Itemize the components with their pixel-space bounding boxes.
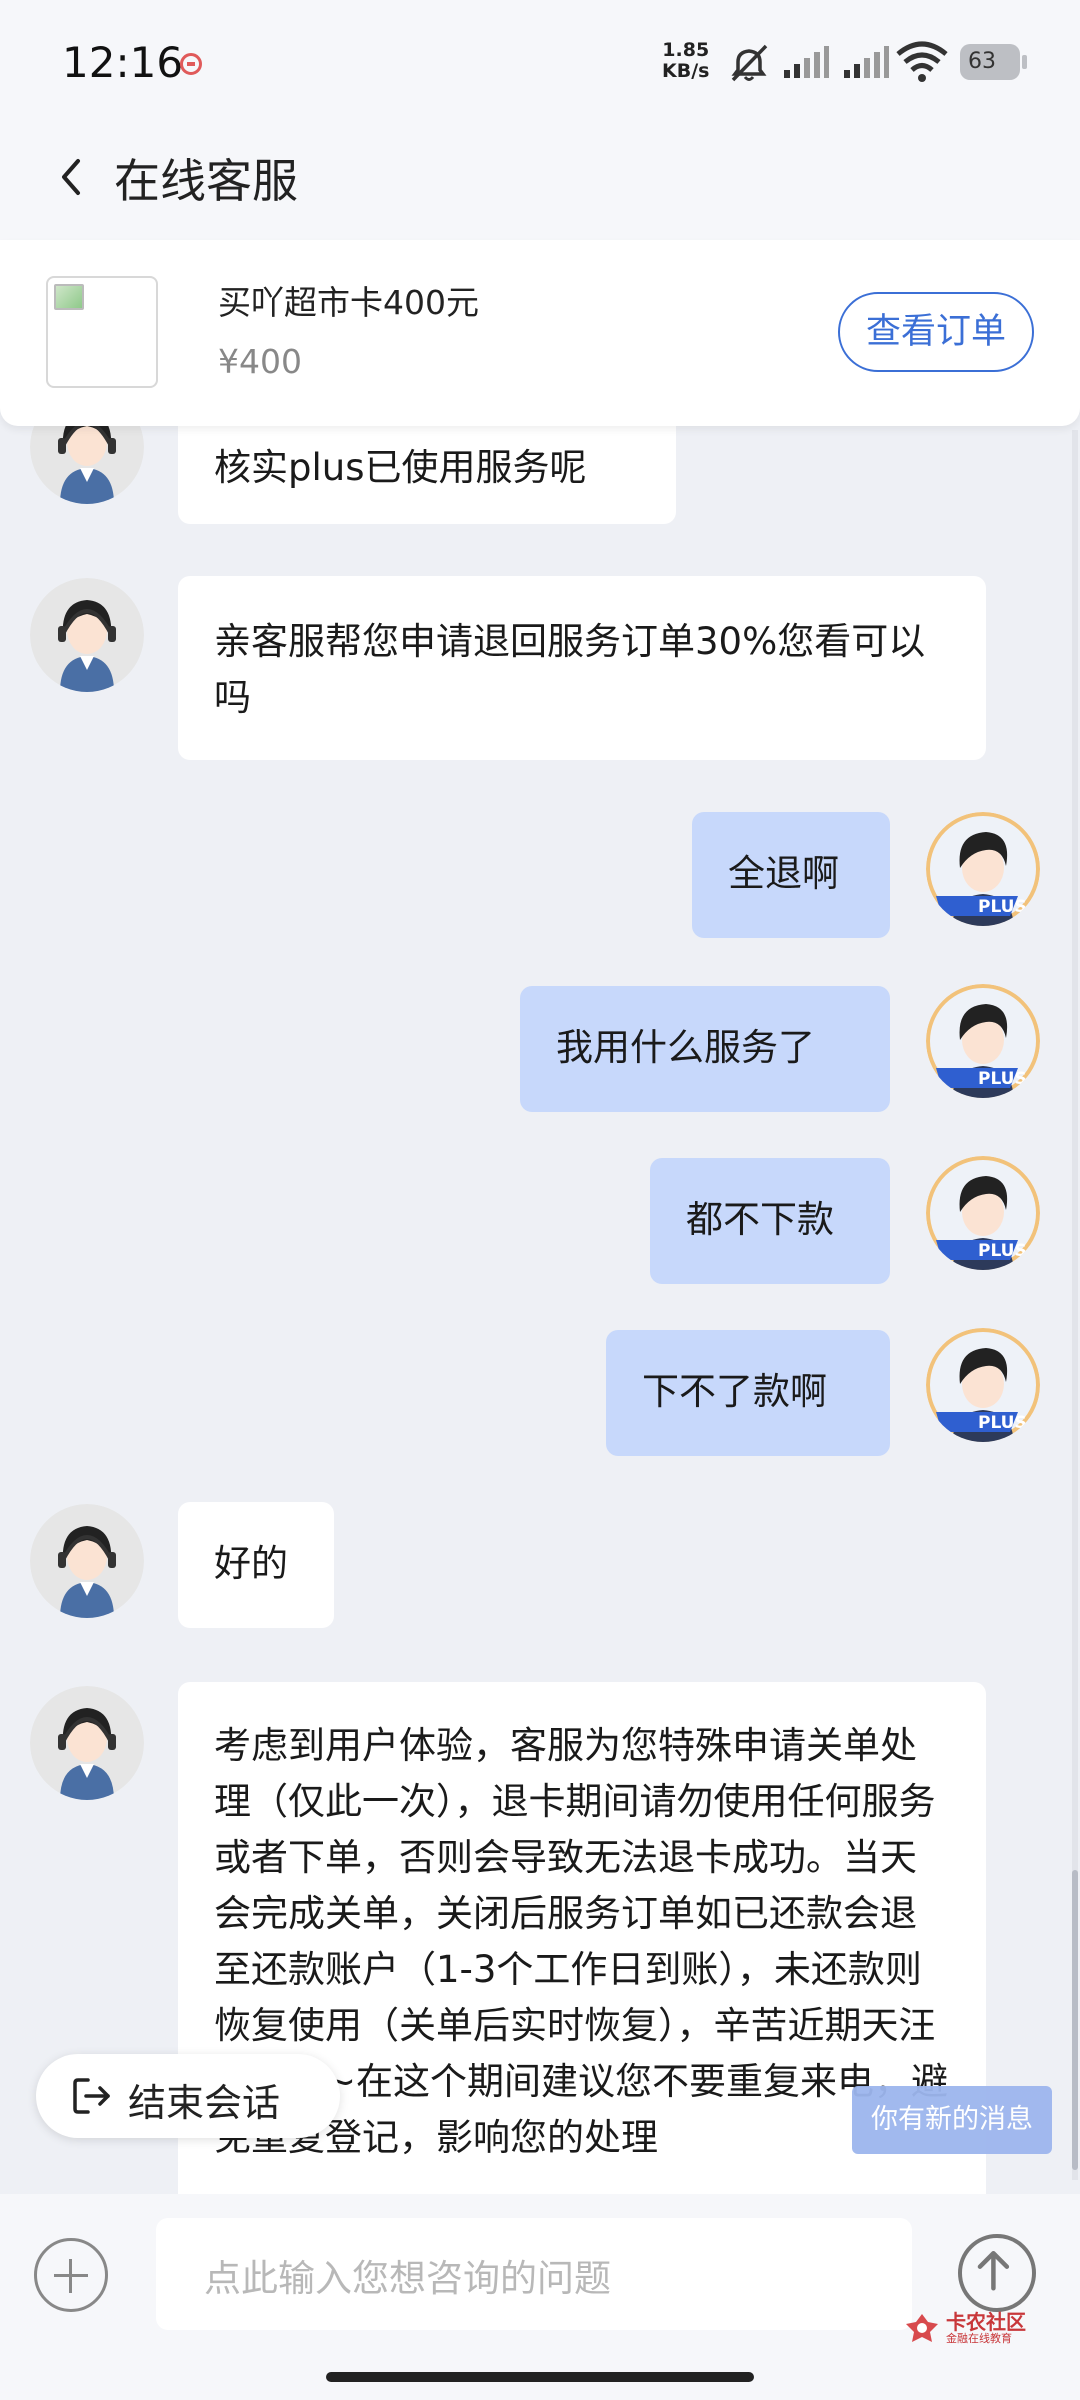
- status-bar: 12:16 1.85 KB/s 63: [0, 0, 1080, 125]
- product-image: [46, 276, 158, 388]
- message-bubble: 我用什么服务了: [520, 986, 890, 1112]
- back-icon[interactable]: [48, 145, 98, 205]
- send-button[interactable]: [958, 2234, 1036, 2312]
- signal-2-icon: [844, 46, 889, 78]
- product-name: 买吖超市卡400元: [218, 283, 479, 322]
- app-header: 在线客服: [0, 125, 1080, 240]
- logout-icon: [73, 2078, 110, 2114]
- record-indicator-icon: [180, 53, 202, 75]
- plus-badge: PLUS: [978, 1241, 1027, 1261]
- watermark: 卡农社区 金融在线教育: [902, 2306, 1032, 2350]
- network-speed-unit: KB/s: [662, 60, 710, 82]
- kanong-logo-icon: [906, 2314, 938, 2342]
- add-attachment-button[interactable]: [34, 2238, 108, 2312]
- network-speed-value: 1.85: [662, 39, 710, 61]
- product-price: ¥400: [218, 342, 302, 381]
- chat-scrollbar[interactable]: [1072, 430, 1078, 2180]
- home-indicator[interactable]: [326, 2372, 754, 2382]
- message-bubble: 全退啊: [692, 812, 890, 938]
- user-avatar: PLUS: [926, 1156, 1040, 1270]
- message-bubble: 亲客服帮您申请退回服务订单30%您看可以吗: [178, 576, 986, 760]
- network-speed: 1.85 KB/s: [662, 40, 709, 82]
- clock: 12:16: [62, 38, 184, 87]
- input-bar: 点此输入您想咨询的问题 卡农社区 金融在线教育: [0, 2194, 1080, 2400]
- view-order-button[interactable]: 查看订单: [838, 292, 1034, 372]
- message-bubble: 下不了款啊: [606, 1330, 890, 1456]
- mute-icon: [731, 44, 768, 82]
- message-input[interactable]: 点此输入您想咨询的问题: [156, 2218, 912, 2330]
- message-bubble: 都不下款: [650, 1158, 890, 1284]
- end-chat-button[interactable]: 结束会话: [36, 2054, 340, 2138]
- agent-avatar: [30, 1686, 144, 1800]
- plus-badge: PLUS: [978, 1069, 1027, 1089]
- agent-avatar: [30, 426, 144, 504]
- user-avatar: PLUS: [926, 984, 1040, 1098]
- signal-1-icon: [784, 46, 829, 78]
- agent-avatar: [30, 1504, 144, 1618]
- battery-icon: 63: [960, 44, 1027, 80]
- page-title: 在线客服: [114, 154, 298, 208]
- chat-list[interactable]: 核实plus已使用服务呢 亲客服帮您申请退回服务订单30%您看可以吗 全退啊 P…: [0, 426, 1080, 2194]
- end-chat-label: 结束会话: [128, 2081, 281, 2125]
- message-bubble: 核实plus已使用服务呢: [178, 426, 676, 524]
- wifi-icon: [896, 41, 948, 82]
- agent-avatar: [30, 578, 144, 692]
- new-message-notice[interactable]: 你有新的消息: [852, 2086, 1052, 2154]
- user-avatar: PLUS: [926, 812, 1040, 926]
- plus-badge: PLUS: [978, 897, 1027, 917]
- order-card: 买吖超市卡400元 ¥400 查看订单: [0, 240, 1080, 426]
- plus-badge: PLUS: [978, 1413, 1027, 1433]
- message-bubble: 好的: [178, 1502, 334, 1628]
- user-avatar: PLUS: [926, 1328, 1040, 1442]
- watermark-sub: 金融在线教育: [946, 2332, 1012, 2345]
